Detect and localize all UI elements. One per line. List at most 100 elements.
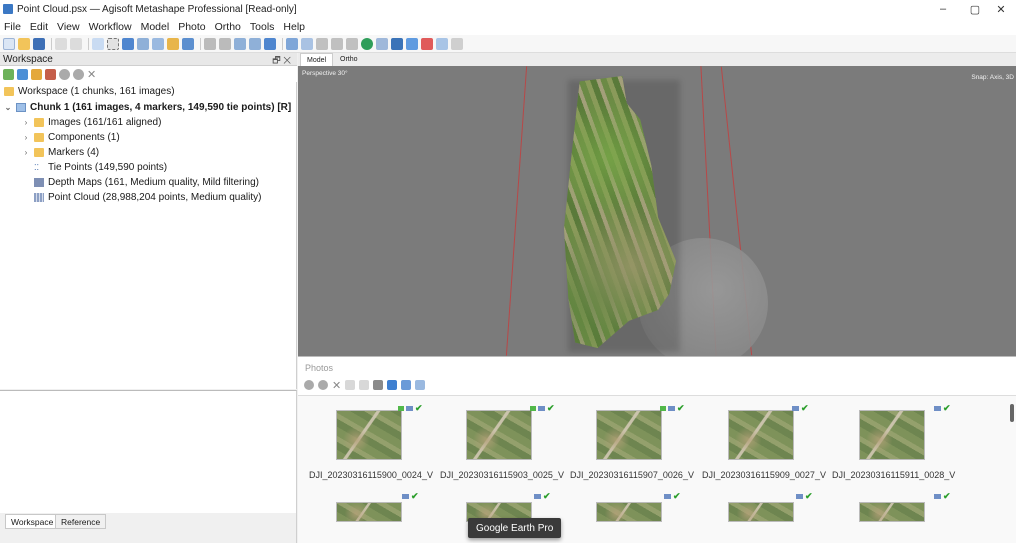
menu-view[interactable]: View [57, 21, 80, 33]
minimize-button[interactable]: – [926, 0, 960, 18]
photo-thumbnail[interactable] [728, 410, 794, 460]
photo-badges: ✔ [796, 492, 813, 501]
tab-model[interactable]: Model [300, 53, 334, 66]
folder-icon [34, 117, 44, 127]
rectangle-selection-icon[interactable] [107, 37, 119, 50]
tree-item-images[interactable]: › Images (161/161 aligned) [22, 115, 162, 129]
redo-icon[interactable] [70, 37, 82, 50]
photo-badges: ✔ [934, 404, 951, 413]
tree-item-markers[interactable]: › Markers (4) [22, 145, 99, 159]
menu-model[interactable]: Model [141, 21, 170, 33]
tree-item-components[interactable]: › Components (1) [22, 130, 120, 144]
menu-photo[interactable]: Photo [178, 21, 205, 33]
tree-item-workspace[interactable]: Workspace (1 chunks, 161 images) [4, 84, 175, 98]
navigation-icon[interactable] [92, 37, 104, 50]
reset-filter-icon[interactable] [373, 380, 384, 390]
tree-item-chunk[interactable]: ⌄ Chunk 1 (161 images, 4 markers, 149,59… [4, 100, 292, 114]
tree-item-tie-points[interactable]: ⁚⁚ Tie Points (149,590 points) [34, 160, 167, 174]
tab-workspace[interactable]: Workspace [5, 514, 60, 529]
point-cloud-view-icon[interactable] [301, 37, 313, 50]
disable-items-icon[interactable] [73, 68, 84, 80]
menu-ortho[interactable]: Ortho [215, 21, 241, 33]
image-icon [538, 406, 545, 411]
photo-thumbnail[interactable] [336, 410, 402, 460]
photo-thumbnail[interactable] [466, 410, 532, 460]
draw-polyline-icon[interactable] [152, 37, 164, 50]
show-shapes-icon[interactable] [406, 37, 418, 50]
model-selection-icon[interactable] [122, 37, 134, 50]
globe-icon[interactable] [361, 37, 373, 50]
photo-thumbnail[interactable] [728, 502, 794, 522]
show-region-icon[interactable] [421, 37, 433, 50]
remove-cameras-icon[interactable]: ✕ [332, 379, 341, 392]
enable-items-icon[interactable] [59, 68, 70, 80]
workspace-icon [4, 86, 14, 96]
rotate-left-icon[interactable] [345, 380, 356, 390]
photo-thumbnails-area[interactable]: ✔ DJI_20230316115900_0024_V ✔ DJI_202303… [298, 395, 1016, 543]
remove-icon[interactable]: ✕ [87, 68, 96, 81]
tree-item-point-cloud[interactable]: Point Cloud (28,988,204 points, Medium q… [34, 190, 261, 204]
tree-item-depth-maps[interactable]: Depth Maps (161, Medium quality, Mild fi… [34, 175, 259, 189]
photos-scrollbar[interactable] [1010, 404, 1014, 422]
ruler-icon[interactable] [167, 37, 179, 50]
zoom-out-icon[interactable] [249, 37, 261, 50]
enable-cameras-icon[interactable] [304, 380, 314, 390]
photos-panel-title: Photos [305, 363, 334, 373]
show-markers-icon[interactable] [391, 37, 403, 50]
region-edge-line [505, 66, 528, 356]
show-grid-icon[interactable] [436, 37, 448, 50]
photo-thumbnail[interactable] [596, 410, 662, 460]
photo-thumbnail[interactable] [859, 410, 925, 460]
undo-icon[interactable] [55, 37, 67, 50]
add-photos-icon[interactable] [17, 68, 28, 80]
new-project-icon[interactable] [3, 37, 15, 50]
delete-selection-icon[interactable] [204, 37, 216, 50]
aligned-check-icon: ✔ [415, 403, 423, 413]
menu-edit[interactable]: Edit [30, 21, 48, 33]
chevron-right-icon[interactable]: › [22, 133, 30, 142]
add-folder-icon[interactable] [31, 68, 42, 80]
photo-thumbnail[interactable] [859, 502, 925, 522]
view-list-icon[interactable] [415, 380, 426, 390]
photo-thumbnail[interactable] [596, 502, 662, 522]
photo-thumbnail[interactable] [336, 502, 402, 522]
menu-help[interactable]: Help [283, 21, 305, 33]
menu-file[interactable]: File [4, 21, 21, 33]
chevron-right-icon[interactable]: › [22, 148, 30, 157]
folder-icon [34, 132, 44, 142]
show-cameras-icon[interactable] [376, 37, 388, 50]
rotate-right-icon[interactable] [359, 380, 370, 390]
view-details-icon[interactable] [401, 380, 412, 390]
chevron-down-icon[interactable]: ⌄ [4, 103, 12, 112]
tab-reference[interactable]: Reference [55, 514, 107, 529]
view-icons-icon[interactable] [387, 380, 398, 390]
menu-workflow[interactable]: Workflow [89, 21, 132, 33]
crop-selection-icon[interactable] [219, 37, 231, 50]
marker-flag-icon [398, 406, 404, 411]
chevron-right-icon[interactable]: › [22, 118, 30, 127]
model-viewport[interactable]: Perspective 30° Snap: Axis, 3D [298, 66, 1016, 356]
capture-view-icon[interactable] [451, 37, 463, 50]
app-logo-icon [3, 4, 13, 14]
zoom-in-icon[interactable] [234, 37, 246, 50]
chunk-icon [16, 102, 26, 112]
dem-view-icon[interactable] [346, 37, 358, 50]
reset-view-icon[interactable] [264, 37, 276, 50]
tab-ortho[interactable]: Ortho [334, 53, 364, 66]
mesh-view-icon[interactable] [316, 37, 328, 50]
toolbar-separator [51, 37, 52, 50]
close-button[interactable]: ✕ [984, 0, 1016, 18]
disable-cameras-icon[interactable] [318, 380, 328, 390]
menu-tools[interactable]: Tools [250, 21, 275, 33]
photo-label: DJI_20230316115909_0027_V [702, 470, 826, 480]
crop-icon[interactable] [182, 37, 194, 50]
properties-pane [0, 390, 297, 513]
tiled-model-view-icon[interactable] [331, 37, 343, 50]
open-project-icon[interactable] [18, 37, 30, 50]
move-object-icon[interactable] [137, 37, 149, 50]
photo-badges: ✔ [402, 492, 419, 501]
tie-points-view-icon[interactable] [286, 37, 298, 50]
add-chunk-icon[interactable] [3, 68, 14, 80]
save-project-icon[interactable] [33, 37, 45, 50]
remove-items-icon[interactable] [45, 68, 56, 80]
